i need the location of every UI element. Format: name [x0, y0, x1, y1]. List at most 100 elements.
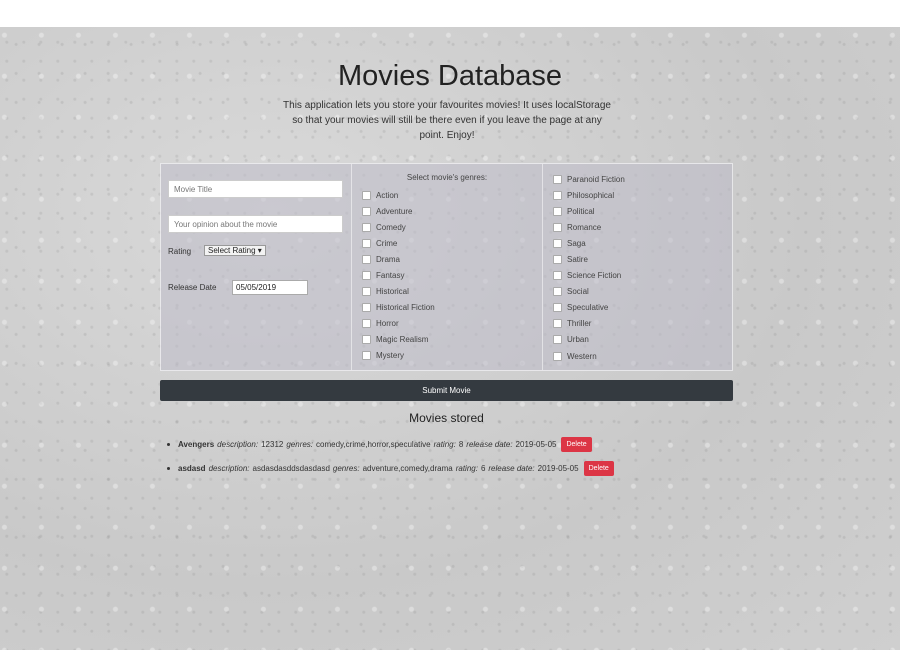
genre-option[interactable]: Historical: [362, 284, 435, 300]
genre-checkbox[interactable]: [553, 206, 562, 216]
genre-option[interactable]: Historical Fiction: [362, 300, 435, 316]
genre-checkbox[interactable]: [362, 206, 371, 216]
genre-label: Mystery: [376, 351, 404, 361]
genre-label: Comedy: [376, 222, 406, 232]
genre-option[interactable]: Science Fiction: [553, 268, 625, 284]
genre-checkbox[interactable]: [553, 222, 562, 232]
genre-option[interactable]: Social: [553, 284, 625, 300]
genre-label: Action: [376, 190, 399, 200]
release-label: release date:: [488, 463, 535, 473]
genre-option[interactable]: Satire: [553, 251, 625, 267]
list-bullet: [167, 442, 170, 446]
genre-option[interactable]: Drama: [362, 251, 435, 267]
genre-option[interactable]: Fantasy: [362, 267, 435, 283]
genre-checkbox[interactable]: [553, 238, 562, 248]
genre-checkbox[interactable]: [362, 254, 371, 264]
genre-label: Saga: [567, 238, 586, 248]
genre-option[interactable]: Thriller: [553, 316, 625, 332]
genre-label: Political: [567, 206, 595, 216]
genre-option[interactable]: Mystery: [362, 348, 435, 364]
genre-checkbox[interactable]: [553, 271, 562, 281]
movie-item: asdasd description: asdasdasddsdasdasd genr…: [167, 456, 614, 480]
genre-option[interactable]: Philosophical: [553, 187, 625, 203]
genre-option[interactable]: Adventure: [362, 203, 435, 219]
genre-option[interactable]: Comedy: [362, 219, 435, 235]
genre-option[interactable]: Magic Realism: [362, 332, 435, 348]
genre-label: Speculative: [567, 303, 609, 313]
movie-item: Avengers description: 12312 genres: comedy,c…: [167, 432, 614, 456]
movie-genres: adventure,comedy,drama: [362, 463, 453, 473]
movie-description: asdasdasddsdasdasd: [252, 463, 330, 473]
genre-checkbox[interactable]: [553, 335, 562, 345]
genre-option[interactable]: Crime: [362, 235, 435, 251]
genre-label: Adventure: [376, 206, 413, 216]
movie-release-date: 2019-05-05: [537, 463, 579, 473]
movie-genres: comedy,crime,horror,speculative: [316, 439, 431, 449]
genre-checkbox[interactable]: [553, 303, 562, 313]
genre-label: Satire: [567, 255, 588, 265]
movie-description: 12312: [261, 439, 284, 449]
rating-label: rating:: [433, 439, 456, 449]
genre-option[interactable]: Action: [362, 187, 435, 203]
genre-option[interactable]: Speculative: [553, 300, 625, 316]
genre-checkbox[interactable]: [553, 287, 562, 297]
genre-checkbox[interactable]: [362, 303, 371, 313]
movie-name: Avengers: [178, 439, 215, 449]
genres-label: genres:: [286, 439, 314, 449]
genre-checkbox[interactable]: [553, 190, 562, 200]
intro-text: This application lets you store your fav…: [283, 100, 611, 141]
genre-option[interactable]: Saga: [553, 235, 625, 251]
genre-checkbox[interactable]: [362, 238, 371, 248]
genre-option[interactable]: Horror: [362, 316, 435, 332]
genre-option[interactable]: Political: [553, 203, 625, 219]
genre-label: Paranoid Fiction: [567, 174, 625, 184]
genre-checkbox[interactable]: [553, 319, 562, 329]
genre-label: Romance: [567, 222, 602, 232]
delete-movie-button[interactable]: Delete: [561, 436, 592, 452]
description-label: description:: [208, 463, 250, 473]
rating-label: Rating: [168, 247, 192, 256]
genre-option[interactable]: Romance: [553, 219, 625, 235]
movie-release-date: 2019-05-05: [515, 439, 557, 449]
genre-checkbox[interactable]: [362, 190, 371, 200]
movie-title-input[interactable]: [168, 180, 343, 198]
genres-column-2: Paranoid Fiction Philosophical Political Ro…: [543, 164, 732, 370]
genre-list-1: Action Adventure Comedy Crime Drama Fantasy Hi…: [362, 187, 435, 364]
genre-label: Crime: [376, 238, 398, 248]
genre-checkbox[interactable]: [362, 271, 371, 281]
movies-list: Avengers description: 12312 genres: comedy,c…: [167, 432, 614, 480]
rating-select[interactable]: Select Rating ▾: [204, 245, 266, 256]
genre-label: Magic Realism: [376, 335, 429, 345]
form-details-column: Rating Select Rating ▾ Release Date 05/0…: [161, 164, 352, 370]
submit-movie-button[interactable]: Submit Movie: [160, 380, 733, 401]
genre-label: Philosophical: [567, 190, 615, 200]
genre-option[interactable]: Western: [553, 348, 625, 364]
genre-checkbox[interactable]: [362, 222, 371, 232]
genre-checkbox[interactable]: [362, 335, 371, 345]
page-background: Movies Database This application lets yo…: [0, 27, 900, 650]
list-bullet: [167, 466, 170, 470]
genre-checkbox[interactable]: [362, 319, 371, 329]
genres-label: genres:: [332, 463, 360, 473]
genre-option[interactable]: Paranoid Fiction: [553, 171, 625, 187]
movie-rating: 6: [480, 463, 486, 473]
genres-heading: Select movie's genres:: [406, 173, 488, 182]
genre-label: Social: [567, 287, 589, 297]
genre-label: Historical: [376, 287, 409, 297]
genre-label: Thriller: [567, 319, 592, 329]
movie-form: Rating Select Rating ▾ Release Date 05/0…: [160, 163, 733, 371]
genre-list-2: Paranoid Fiction Philosophical Political Ro…: [553, 171, 625, 364]
genre-checkbox[interactable]: [553, 255, 562, 265]
genre-checkbox[interactable]: [553, 351, 562, 361]
genre-checkbox[interactable]: [362, 351, 371, 361]
genre-checkbox[interactable]: [362, 287, 371, 297]
genre-checkbox[interactable]: [553, 174, 562, 184]
delete-movie-button[interactable]: Delete: [583, 460, 614, 476]
genre-option[interactable]: Urban: [553, 332, 625, 348]
movie-opinion-input[interactable]: [168, 215, 343, 233]
genre-label: Historical Fiction: [376, 303, 435, 313]
movie-name: asdasd: [178, 463, 206, 473]
release-date-label: Release Date: [168, 283, 217, 292]
release-date-input[interactable]: 05/05/2019: [232, 280, 308, 295]
genre-label: Fantasy: [376, 271, 405, 281]
